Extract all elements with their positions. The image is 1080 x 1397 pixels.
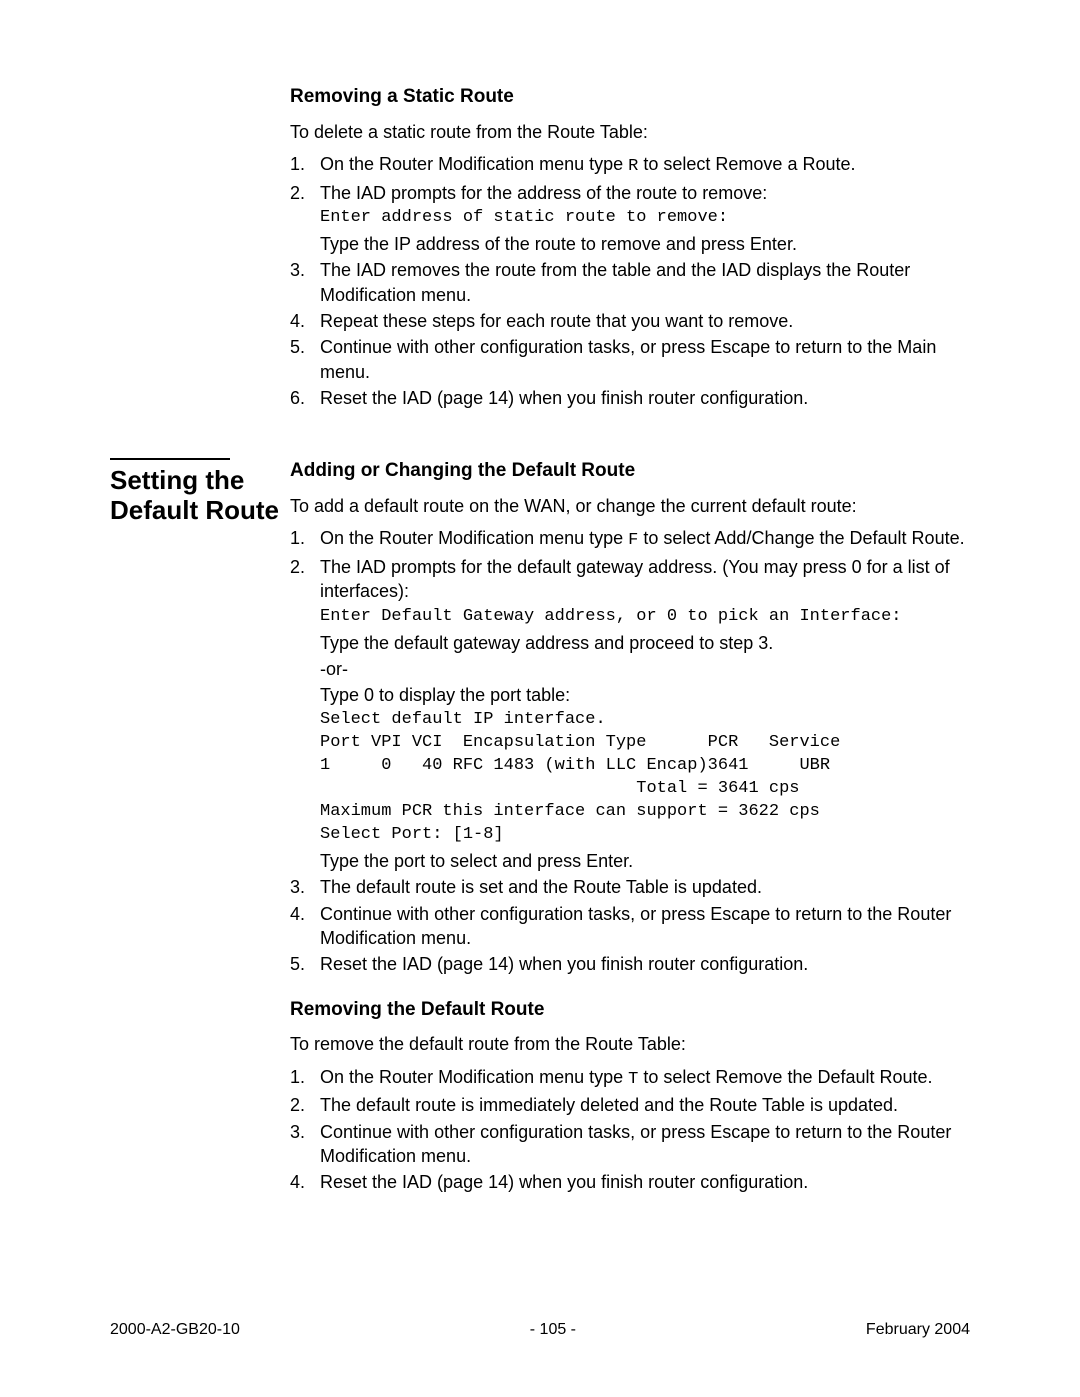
step-text: Type the default gateway address and pro… [320,631,970,655]
list-item: Repeat these steps for each route that y… [290,309,970,333]
heading-removing-static-route: Removing a Static Route [290,84,970,110]
step-text: The IAD prompts for the address of the r… [320,181,970,205]
inline-code: T [628,1070,638,1089]
list-item: Continue with other configuration tasks,… [290,902,970,951]
step-text: On the Router Modification menu type [320,1067,628,1087]
step-text: -or- [320,657,970,681]
terminal-output: Enter Default Gateway address, or 0 to p… [320,606,970,629]
terminal-output: Enter address of static route to remove: [320,207,970,230]
list-item: Reset the IAD (page 14) when you finish … [290,952,970,976]
list-item: On the Router Modification menu type T t… [290,1065,970,1092]
step-text: On the Router Modification menu type [320,528,628,548]
step-text: Type 0 to display the port table: [320,683,970,707]
footer-right: February 2004 [866,1319,970,1341]
section-rule [110,458,230,460]
intro-text: To add a default route on the WAN, or ch… [290,494,970,518]
list-item: Continue with other configuration tasks,… [290,335,970,384]
step-text: The IAD prompts for the default gateway … [320,555,970,604]
steps-list: On the Router Modification menu type R t… [290,152,970,410]
list-item: On the Router Modification menu type F t… [290,526,970,553]
step-text: to select Add/Change the Default Route. [638,528,964,548]
footer-center: - 105 - [530,1319,576,1341]
step-text: On the Router Modification menu type [320,154,628,174]
list-item: The default route is immediately deleted… [290,1093,970,1117]
list-item: The IAD prompts for the address of the r… [290,181,970,257]
steps-list: On the Router Modification menu type F t… [290,526,970,976]
intro-text: To remove the default route from the Rou… [290,1032,970,1056]
step-text: to select Remove a Route. [638,154,855,174]
inline-code: F [628,531,638,550]
page: Removing a Static Route To delete a stat… [0,0,1080,1397]
list-item: Continue with other configuration tasks,… [290,1120,970,1169]
list-item: On the Router Modification menu type R t… [290,152,970,179]
step-text: to select Remove the Default Route. [638,1067,932,1087]
footer-left: 2000-A2-GB20-10 [110,1319,240,1341]
sidebar-title: Setting the Default Route [110,466,280,526]
list-item: Reset the IAD (page 14) when you finish … [290,386,970,410]
step-text: Type the port to select and press Enter. [320,849,970,873]
steps-list: On the Router Modification menu type T t… [290,1065,970,1195]
terminal-output: Select default IP interface. Port VPI VC… [320,709,970,847]
list-item: The default route is set and the Route T… [290,875,970,899]
list-item: The IAD prompts for the default gateway … [290,555,970,873]
intro-text: To delete a static route from the Route … [290,120,970,144]
inline-code: R [628,157,638,176]
section-removing-static-route: Removing a Static Route To delete a stat… [110,84,970,430]
heading-removing-default-route: Removing the Default Route [290,997,970,1023]
page-footer: 2000-A2-GB20-10 - 105 - February 2004 [110,1319,970,1341]
heading-adding-changing-default-route: Adding or Changing the Default Route [290,458,970,484]
step-text: Type the IP address of the route to remo… [320,232,970,256]
section-setting-default-route: Setting the Default Route Adding or Chan… [110,458,970,1214]
list-item: Reset the IAD (page 14) when you finish … [290,1170,970,1194]
list-item: The IAD removes the route from the table… [290,258,970,307]
